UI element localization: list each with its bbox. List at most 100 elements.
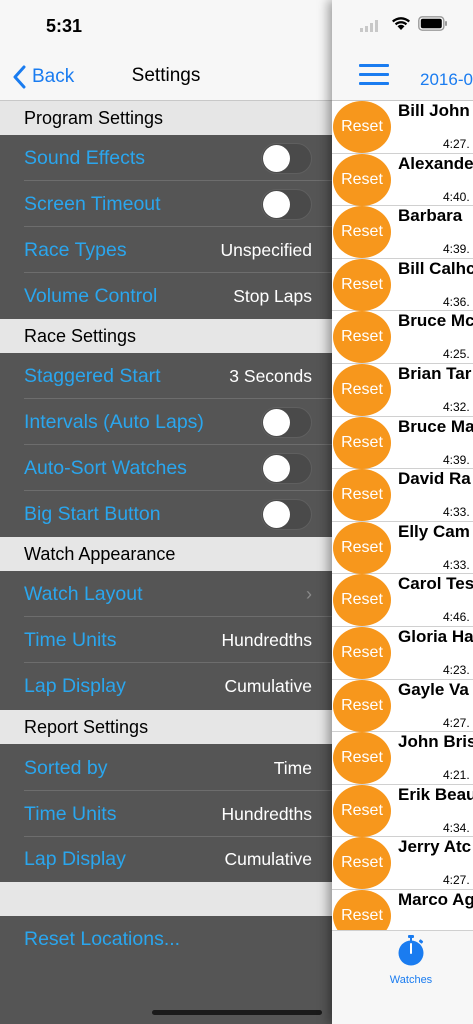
setting-label: Race Types [24, 238, 127, 261]
watch-row[interactable]: Reset Bruce Ma 4:39. [332, 416, 473, 470]
setting-value: Unspecified [220, 239, 312, 260]
setting-row-volume-control[interactable]: Volume Control Stop Laps [0, 273, 332, 319]
setting-label: Watch Layout [24, 582, 143, 605]
setting-value: Hundredths [221, 803, 312, 824]
section-header-program: Program Settings [0, 101, 332, 135]
runner-name: Erik Beau [398, 784, 473, 804]
reset-button[interactable]: Reset [333, 364, 391, 416]
setting-label: Lap Display [24, 674, 126, 697]
setting-row-report-time-units[interactable]: Time Units Hundredths [0, 791, 332, 837]
race-date-label[interactable]: 2016-0 [420, 70, 473, 90]
watch-row[interactable]: Reset David Ra 4:33. [332, 469, 473, 522]
reset-button[interactable]: Reset [333, 416, 391, 469]
reset-locations-button[interactable]: Reset Locations... [24, 928, 180, 951]
reset-button[interactable]: Reset [333, 153, 391, 206]
battery-icon [418, 16, 447, 31]
setting-row-auto-sort[interactable]: Auto-Sort Watches [0, 445, 332, 491]
section-header-report: Report Settings [0, 710, 332, 744]
setting-label: Screen Timeout [24, 192, 161, 215]
reset-button[interactable]: Reset [333, 101, 391, 153]
intervals-toggle[interactable] [261, 406, 312, 438]
reset-button[interactable]: Reset [333, 574, 391, 627]
setting-row-staggered-start[interactable]: Staggered Start 3 Seconds [0, 353, 332, 399]
reset-button[interactable]: Reset [333, 679, 391, 732]
setting-row-intervals[interactable]: Intervals (Auto Laps) [0, 399, 332, 445]
setting-row-watch-layout[interactable]: Watch Layout › [0, 571, 332, 617]
watch-row[interactable]: Reset Jerry Atc 4:27. [332, 837, 473, 890]
setting-label: Time Units [24, 628, 117, 651]
setting-row-race-types[interactable]: Race Types Unspecified [0, 227, 332, 273]
reset-button[interactable]: Reset [333, 469, 391, 522]
setting-row-watch-time-units[interactable]: Time Units Hundredths [0, 617, 332, 663]
runner-name: Barbara [398, 206, 463, 226]
setting-label: Sound Effects [24, 146, 146, 169]
cellular-signal-icon [360, 20, 378, 32]
setting-label: Staggered Start [24, 364, 161, 387]
status-bar: 5:31 [0, 0, 332, 52]
runner-name: John Bris [398, 732, 473, 752]
setting-value: Hundredths [221, 629, 312, 650]
runner-time: 4:27. [443, 137, 470, 151]
reset-button[interactable]: Reset [333, 784, 391, 837]
runner-name: Bruce Ma [398, 416, 473, 436]
reset-button[interactable]: Reset [333, 206, 391, 259]
watch-row[interactable]: Reset Bill John 4:27. [332, 101, 473, 154]
reset-button[interactable]: Reset [333, 732, 391, 785]
reset-button[interactable]: Reset [333, 258, 391, 311]
runner-name: Bill John [398, 101, 470, 120]
setting-value: Time [273, 757, 312, 778]
watch-row[interactable]: Reset Brian Tar 4:32. [332, 364, 473, 417]
setting-row-big-start[interactable]: Big Start Button [0, 491, 332, 537]
sound-effects-toggle[interactable] [261, 142, 312, 174]
watch-row[interactable]: Reset Carol Tes 4:46. [332, 574, 473, 627]
runner-time: 4:36. [443, 294, 470, 309]
setting-label: Volume Control [24, 284, 158, 307]
watch-row[interactable]: Reset Erik Beau 4:34. [332, 784, 473, 838]
watch-row[interactable]: Reset Bruce Mc 4:25. [332, 311, 473, 364]
watch-row[interactable]: Reset John Bris 4:21. [332, 732, 473, 785]
runner-time: 4:21. [443, 768, 470, 783]
setting-row-sorted-by[interactable]: Sorted by Time [0, 745, 332, 791]
reset-button[interactable]: Reset [333, 837, 391, 890]
watch-row[interactable]: Reset Alexande 4:40. [332, 153, 473, 207]
reset-button[interactable]: Reset [333, 311, 391, 364]
watch-row[interactable]: Reset Barbara 4:39. [332, 206, 473, 259]
runner-time: 4:25. [443, 347, 470, 362]
section-spacer [0, 882, 332, 916]
screen-timeout-toggle[interactable] [261, 188, 312, 220]
setting-value: Cumulative [224, 848, 312, 869]
home-indicator [152, 1010, 322, 1015]
wifi-icon [392, 17, 410, 30]
runner-time: 4:23. [443, 663, 470, 677]
runner-time: 4:34. [443, 820, 470, 835]
stopwatch-icon [398, 935, 424, 966]
reset-button[interactable]: Reset [333, 521, 391, 574]
runner-name: Alexande [398, 153, 473, 173]
runner-time: 4:39. [443, 242, 470, 257]
watches-panel: 2016-0 Reset Bill John 4:27. Reset Alexande 4… [332, 0, 473, 1024]
setting-row-report-lap-display[interactable]: Lap Display Cumulative [0, 836, 332, 882]
watch-row[interactable]: Reset Gloria Ha 4:23. [332, 627, 473, 680]
section-header-race: Race Settings [0, 319, 332, 353]
big-start-toggle[interactable] [261, 498, 312, 530]
watch-row[interactable]: Reset Elly Cam 4:33. [332, 521, 473, 575]
runner-time: 4:27. [443, 715, 470, 730]
setting-row-sound-effects[interactable]: Sound Effects [0, 135, 332, 181]
watch-row[interactable]: Reset Gayle Va 4:27. [332, 679, 473, 733]
runner-time: 4:46. [443, 610, 470, 625]
reset-button[interactable]: Reset [333, 627, 391, 679]
settings-panel: 5:31 Back Settings Program Settings Soun… [0, 0, 332, 1024]
tab-watches[interactable]: Watches [386, 935, 436, 986]
watch-row[interactable]: Reset Bill Calhc 4:36. [332, 258, 473, 312]
tab-bar: Watches [332, 930, 473, 1024]
setting-row-screen-timeout[interactable]: Screen Timeout [0, 181, 332, 227]
setting-label: Sorted by [24, 756, 108, 779]
runner-name: Brian Tar [398, 364, 472, 383]
tab-watches-label: Watches [389, 974, 433, 986]
runner-name: Jerry Atc [398, 837, 472, 857]
setting-row-watch-lap-display[interactable]: Lap Display Cumulative [0, 663, 332, 709]
hamburger-menu-icon[interactable] [359, 62, 389, 88]
setting-label: Time Units [24, 802, 117, 825]
auto-sort-toggle[interactable] [261, 452, 312, 484]
runner-time: 4:27. [443, 873, 470, 888]
